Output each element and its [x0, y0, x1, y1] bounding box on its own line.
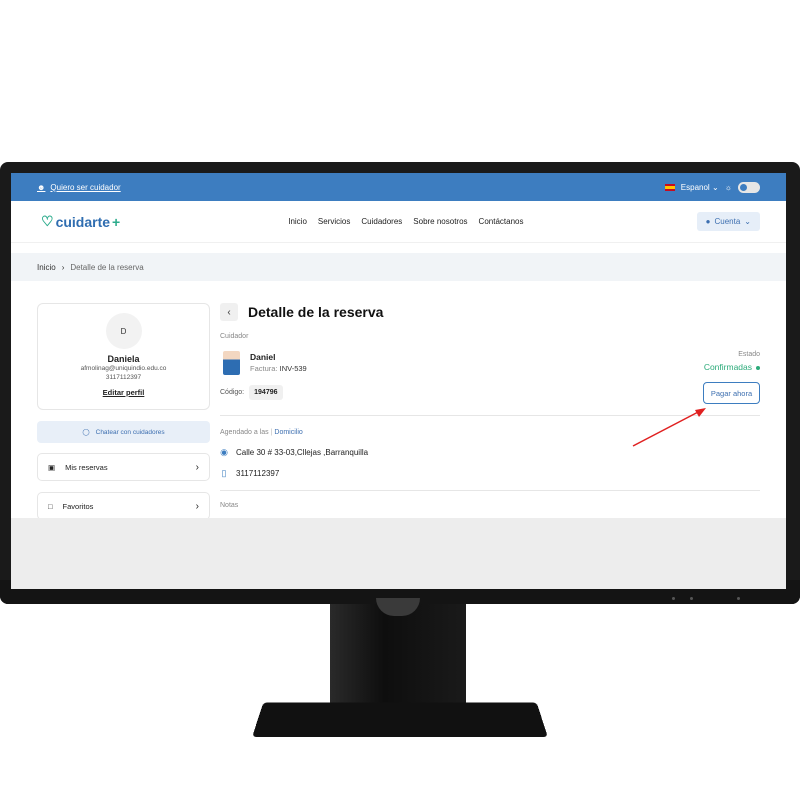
- user-icon: ●: [705, 217, 711, 226]
- breadcrumb-home[interactable]: Inicio: [37, 263, 56, 272]
- nav-link-cuidadores[interactable]: Cuidadores: [361, 217, 402, 226]
- language-selector[interactable]: Espanol ⌄: [681, 183, 719, 192]
- status-dot: [756, 365, 760, 370]
- sidebar-item-mis-reservas[interactable]: ▣ Mis reservas ›: [37, 453, 210, 481]
- profile-phone: 3117112397: [105, 374, 142, 381]
- profile-card: D Daniela afmolinag@uniquindio.edu.co 31…: [37, 303, 210, 410]
- scene: ☻ Quiero ser cuidador Espanol ⌄ ☼ ♡ cuid…: [0, 0, 800, 800]
- monitor-button: [672, 597, 675, 600]
- sidebar-item-label: Favoritos: [62, 501, 94, 511]
- account-button[interactable]: ● Cuenta ⌄: [696, 212, 760, 231]
- status-value: Confirmadas: [703, 362, 752, 372]
- divider: [220, 490, 760, 491]
- page-title: Detalle de la reserva: [248, 304, 384, 320]
- profile-email: afmolinag@uniquindio.edu.co: [80, 365, 167, 372]
- avatar: D: [105, 313, 142, 349]
- sidebar-item-favoritos[interactable]: □ Favoritos ›: [37, 492, 210, 518]
- nav-link-servicios[interactable]: Servicios: [318, 217, 350, 226]
- nav-link-inicio[interactable]: Inicio: [288, 217, 307, 226]
- chevron-right-icon: ›: [195, 500, 199, 512]
- back-button[interactable]: ‹: [220, 303, 238, 321]
- code-value: 194796: [249, 385, 283, 400]
- scheduled-info: Agendado a las | Domicilio: [220, 429, 303, 436]
- chevron-right-icon: ›: [195, 461, 199, 473]
- caregiver-name: Daniel: [250, 352, 276, 362]
- app-window: ☻ Quiero ser cuidador Espanol ⌄ ☼ ♡ cuid…: [11, 173, 786, 518]
- logo-plus: +: [112, 213, 121, 230]
- caregiver-label: Cuidador: [220, 333, 249, 340]
- sun-icon: ☼: [724, 182, 732, 192]
- nav-links: Inicio Servicios Cuidadores Sobre nosotr…: [288, 217, 523, 226]
- monitor-button: [690, 597, 693, 600]
- separator: |: [270, 429, 273, 436]
- phone-text: 3117112397: [236, 468, 280, 478]
- status-block: Estado Confirmadas: [704, 351, 760, 372]
- nav-link-sobre-nosotros[interactable]: Sobre nosotros: [413, 217, 467, 226]
- code-row: Código: 194796: [220, 385, 283, 400]
- navbar: ♡ cuidarte + Inicio Servicios Cuidadores…: [11, 201, 786, 243]
- caregiver-row: Daniel Factura: INV-539 Estado Confirmad…: [220, 351, 760, 381]
- calendar-check-icon: ▣: [48, 462, 56, 472]
- pay-now-button[interactable]: Pagar ahora: [703, 382, 760, 404]
- breadcrumb: Inicio › Detalle de la reserva: [11, 253, 786, 281]
- location-pin-icon: ◉: [220, 446, 228, 457]
- chat-icon: ◯: [82, 429, 90, 436]
- become-caregiver-label: Quiero ser cuidador: [50, 182, 121, 192]
- nav-link-contactanos[interactable]: Contáctanos: [479, 217, 524, 226]
- monitor-button: [737, 597, 740, 600]
- bookmark-icon: □: [48, 501, 53, 511]
- language-label: Espanol: [680, 182, 710, 192]
- status-badge: Confirmadas: [704, 362, 760, 372]
- logo-text: cuidarte: [55, 213, 111, 230]
- phone-icon: ▯: [221, 467, 227, 478]
- code-label: Código:: [220, 389, 245, 396]
- top-bar-controls: Espanol ⌄ ☼: [664, 181, 760, 193]
- address-text: Calle 30 # 33-03,Cllejas ,Barranquilla: [236, 447, 369, 457]
- account-label: Cuenta: [714, 217, 741, 226]
- address-row: ◉ Calle 30 # 33-03,Cllejas ,Barranquilla: [220, 447, 368, 457]
- become-caregiver-link[interactable]: ☻ Quiero ser cuidador: [37, 183, 121, 192]
- invoice-value: INV-539: [279, 364, 307, 373]
- breadcrumb-current: Detalle de la reserva: [70, 262, 144, 272]
- edit-profile-link[interactable]: Editar perfil: [38, 388, 209, 397]
- chat-caregivers-label: Chatear con cuidadores: [95, 428, 165, 436]
- chevron-down-icon: ⌄: [744, 217, 751, 226]
- reservation-detail: ‹ Detalle de la reserva Cuidador Daniel …: [220, 303, 760, 509]
- invoice-label: Factura:: [250, 364, 278, 373]
- notes-label: Notas: [220, 502, 239, 509]
- profile-name: Daniela: [107, 354, 140, 364]
- caregiver-photo: [223, 351, 240, 375]
- scheduled-type: Domicilio: [274, 429, 303, 436]
- chevron-left-icon: ‹: [227, 306, 231, 318]
- logo[interactable]: ♡ cuidarte +: [41, 213, 120, 230]
- sidebar-item-label: Mis reservas: [65, 462, 108, 472]
- spain-flag-icon: [664, 183, 675, 191]
- phone-row: ▯ 3117112397: [220, 467, 280, 478]
- title-row: ‹ Detalle de la reserva: [220, 303, 760, 321]
- monitor-stand-base: [252, 702, 548, 737]
- scheduled-label: Agendado a las: [220, 429, 269, 436]
- user-icon: ☻: [37, 182, 46, 192]
- monitor-screen: ☻ Quiero ser cuidador Espanol ⌄ ☼ ♡ cuid…: [11, 173, 786, 589]
- heart-logo-icon: ♡: [41, 213, 54, 229]
- avatar-initial: D: [120, 326, 127, 336]
- top-bar: ☻ Quiero ser cuidador Espanol ⌄ ☼: [11, 173, 786, 201]
- monitor-stand-neck: [330, 604, 466, 706]
- status-label: Estado: [738, 351, 760, 358]
- chevron-right-icon: ›: [61, 262, 65, 272]
- chat-caregivers-button[interactable]: ◯ Chatear con cuidadores: [37, 421, 210, 443]
- divider: [220, 415, 760, 416]
- invoice: Factura: INV-539: [250, 364, 307, 373]
- theme-toggle[interactable]: [738, 181, 760, 193]
